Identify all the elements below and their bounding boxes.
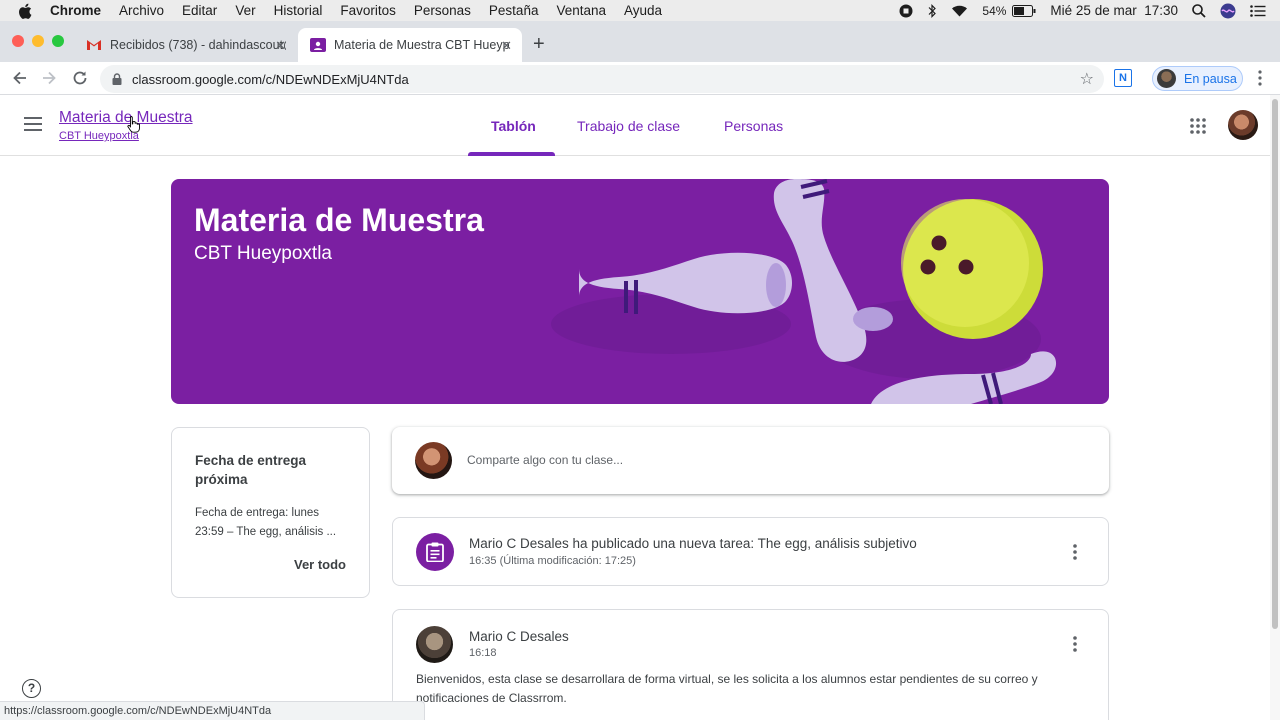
avatar xyxy=(416,626,453,663)
help-icon[interactable]: ? xyxy=(22,679,41,698)
classroom-header: Materia de Muestra CBT Hueypoxtla Tablón… xyxy=(0,95,1270,156)
hamburger-menu-icon[interactable] xyxy=(24,117,42,131)
window-zoom-button[interactable] xyxy=(52,35,64,47)
menu-pestana[interactable]: Pestaña xyxy=(489,3,539,18)
post-author: Mario C Desales xyxy=(469,629,569,644)
profile-paused-button[interactable]: En pausa xyxy=(1152,66,1243,91)
scrollbar-thumb[interactable] xyxy=(1272,99,1278,629)
more-options-icon[interactable] xyxy=(1073,636,1077,652)
class-banner: Materia de Muestra CBT Hueypoxtla xyxy=(171,179,1109,404)
wifi-icon[interactable] xyxy=(951,4,968,17)
chrome-menu-icon[interactable] xyxy=(1258,69,1262,87)
menu-archivo[interactable]: Archivo xyxy=(119,3,164,18)
stream-announcement-post[interactable]: Mario C Desales 16:18 Bienvenidos, esta … xyxy=(392,609,1109,720)
tab-personas[interactable]: Personas xyxy=(724,118,783,134)
post-headline[interactable]: Mario C Desales ha publicado una nueva t… xyxy=(469,536,917,551)
battery-icon[interactable] xyxy=(1012,4,1036,17)
classroom-icon xyxy=(310,38,326,52)
menubar-app-name[interactable]: Chrome xyxy=(50,3,101,18)
lock-icon[interactable] xyxy=(112,73,122,85)
tab-title: Materia de Muestra CBT Hueypoxtla xyxy=(334,38,510,52)
share-with-class-box[interactable]: Comparte algo con tu clase... xyxy=(392,427,1109,494)
browser-tab-classroom[interactable]: Materia de Muestra CBT Hueypoxtla ✕ xyxy=(298,28,522,62)
tab-tablon[interactable]: Tablón xyxy=(491,118,536,134)
class-title-link[interactable]: Materia de Muestra xyxy=(59,109,193,127)
banner-subtitle: CBT Hueypoxtla xyxy=(194,243,332,264)
notification-center-icon[interactable] xyxy=(1250,4,1266,17)
battery-percent: 54% xyxy=(982,3,1007,18)
view-all-button[interactable]: Ver todo xyxy=(294,557,346,572)
screen-record-icon[interactable] xyxy=(899,4,913,18)
page-scrollbar[interactable] xyxy=(1270,95,1280,720)
avatar xyxy=(415,442,452,479)
menu-historial[interactable]: Historial xyxy=(274,3,323,18)
extension-icon[interactable]: N xyxy=(1114,69,1132,87)
banner-title: Materia de Muestra xyxy=(194,202,484,238)
back-arrow-icon[interactable] xyxy=(10,68,30,88)
upcoming-item[interactable]: Fecha de entrega: lunes 23:59 – The egg,… xyxy=(195,504,353,542)
menu-editar[interactable]: Editar xyxy=(182,3,217,18)
avatar xyxy=(1157,69,1176,88)
url-text[interactable]: classroom.google.com/c/NDEwNDExMjU4NTda xyxy=(132,72,409,87)
post-timestamp: 16:35 (Última modificación: 17:25) xyxy=(469,555,636,567)
bluetooth-icon[interactable] xyxy=(927,3,937,18)
new-tab-button[interactable]: + xyxy=(533,33,545,56)
upcoming-heading: Fecha de entrega próxima xyxy=(195,453,307,487)
stream-assignment-post[interactable]: Mario C Desales ha publicado una nueva t… xyxy=(392,517,1109,586)
share-placeholder[interactable]: Comparte algo con tu clase... xyxy=(467,453,623,467)
address-bar[interactable]: classroom.google.com/c/NDEwNDExMjU4NTda … xyxy=(100,65,1104,93)
tab-trabajo-de-clase[interactable]: Trabajo de clase xyxy=(577,118,680,134)
avatar[interactable] xyxy=(1228,110,1258,140)
bookmark-star-icon[interactable]: ☆ xyxy=(1080,69,1094,89)
reload-icon[interactable] xyxy=(70,68,90,88)
menubar-clock[interactable]: Mié 25 de mar 17:30 xyxy=(1050,3,1178,18)
apple-logo-icon[interactable] xyxy=(18,3,32,19)
window-minimize-button[interactable] xyxy=(32,35,44,47)
link-status-bar: https://classroom.google.com/c/NDEwNDExM… xyxy=(0,701,425,720)
hand-cursor-icon xyxy=(127,116,140,133)
active-tab-indicator xyxy=(468,152,555,156)
post-body: Bienvenidos, esta clase se desarrollara … xyxy=(416,672,1038,705)
browser-toolbar: classroom.google.com/c/NDEwNDExMjU4NTda … xyxy=(0,62,1280,95)
spotlight-search-icon[interactable] xyxy=(1192,3,1206,18)
google-apps-icon[interactable] xyxy=(1189,117,1207,135)
close-icon[interactable]: ✕ xyxy=(501,38,512,54)
close-icon[interactable]: ✕ xyxy=(275,38,286,54)
gmail-icon xyxy=(87,40,101,50)
menu-personas[interactable]: Personas xyxy=(414,3,471,18)
upcoming-assignment-link[interactable]: 23:59 – The egg, análisis ... xyxy=(195,523,353,542)
assignment-icon xyxy=(416,533,454,571)
upcoming-due-date: Fecha de entrega: lunes xyxy=(195,507,320,519)
forward-arrow-icon[interactable] xyxy=(39,68,59,88)
upcoming-work-card: Fecha de entrega próxima Fecha de entreg… xyxy=(171,427,370,598)
browser-tab-gmail[interactable]: Recibidos (738) - dahindascout@ ✕ xyxy=(74,28,296,62)
profile-status-label: En pausa xyxy=(1184,71,1237,86)
macos-menubar: Chrome Archivo Editar Ver Historial Favo… xyxy=(0,0,1280,21)
menu-favoritos[interactable]: Favoritos xyxy=(340,3,396,18)
menu-ventana[interactable]: Ventana xyxy=(556,3,606,18)
tab-title: Recibidos (738) - dahindascout@ xyxy=(110,38,286,52)
menu-ayuda[interactable]: Ayuda xyxy=(624,3,662,18)
browser-tabstrip: Recibidos (738) - dahindascout@ ✕ Materi… xyxy=(0,21,1280,62)
window-close-button[interactable] xyxy=(12,35,24,47)
more-options-icon[interactable] xyxy=(1073,544,1077,560)
menu-ver[interactable]: Ver xyxy=(235,3,255,18)
siri-icon[interactable] xyxy=(1220,3,1236,19)
post-timestamp: 16:18 xyxy=(469,647,497,659)
